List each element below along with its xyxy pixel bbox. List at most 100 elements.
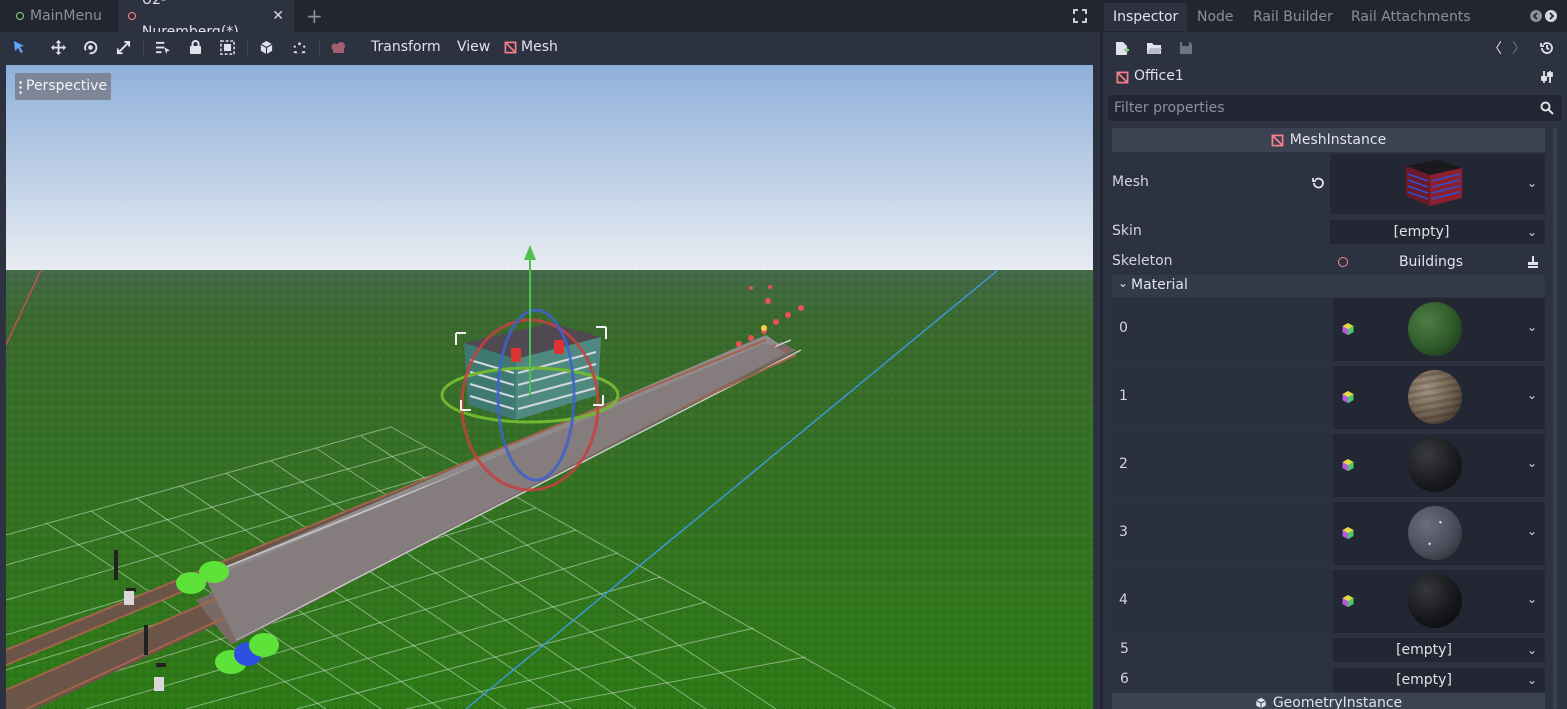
chevron-down-icon: ⌄ [1526, 320, 1537, 334]
object-name: Office1 [1134, 68, 1184, 84]
skin-value: [empty] [1393, 224, 1450, 240]
history-forward-icon[interactable]: 〉 [1512, 40, 1526, 57]
chevron-down-icon: ⌄ [1526, 673, 1537, 687]
material-5-picker[interactable]: [empty] ⌄ [1333, 638, 1545, 662]
material-sphere-preview [1408, 438, 1462, 492]
preview-camera-icon[interactable] [328, 32, 348, 62]
skin-property-label: Skin [1112, 223, 1142, 239]
chevron-down-icon: ⌄ [1526, 176, 1537, 190]
distraction-free-icon[interactable] [1072, 8, 1090, 26]
open-folder-icon[interactable] [1146, 40, 1162, 56]
material-cube-icon [1341, 322, 1355, 340]
revert-icon[interactable] [1310, 175, 1326, 191]
material-0-picker[interactable]: ⌄ [1333, 298, 1545, 361]
material-6-picker[interactable]: [empty] ⌄ [1333, 668, 1545, 692]
inspector-scrollbar[interactable] [1553, 128, 1557, 709]
section-geometryinstance[interactable]: GeometryInstance [1112, 693, 1545, 709]
scene-tab-bar: MainMenu U2-Nuremberg(*) ✕ + [0, 0, 1100, 40]
material-3-picker[interactable]: ⌄ [1333, 502, 1545, 565]
material-category[interactable]: ⌄ Material [1112, 275, 1545, 297]
chevron-down-icon: ⌄ [1526, 592, 1537, 606]
node-ring-icon [16, 12, 24, 20]
material-label: Material [1131, 277, 1188, 293]
rotate-tool-icon[interactable] [80, 32, 100, 62]
mesh-instance-icon [504, 41, 517, 53]
chevron-down-icon: ⌄ [1118, 276, 1129, 290]
new-resource-icon[interactable] [1114, 40, 1130, 56]
material-value: [empty] [1396, 642, 1452, 658]
material-2-picker[interactable]: ⌄ [1333, 434, 1545, 497]
add-scene-button[interactable]: + [296, 0, 326, 32]
group-icon[interactable] [217, 32, 237, 62]
geometry-cube-icon [1255, 697, 1266, 709]
material-index: 2 [1119, 456, 1128, 472]
close-tab-icon[interactable]: ✕ [272, 0, 284, 32]
move-tool-icon[interactable] [48, 32, 68, 62]
perspective-menu[interactable]: Perspective [15, 73, 112, 100]
tab-rail-attachments[interactable]: Rail Attachments [1342, 3, 1480, 31]
tab-inspector[interactable]: Inspector [1104, 3, 1188, 31]
snap-icon[interactable] [289, 32, 309, 62]
search-icon [1539, 100, 1555, 116]
material-cube-icon [1341, 594, 1355, 612]
chevron-down-icon: ⌄ [1526, 456, 1537, 470]
view-menu[interactable]: View [457, 32, 490, 62]
3d-viewport[interactable] [6, 65, 1093, 709]
dock-left-icon[interactable] [1530, 9, 1542, 23]
tab-node[interactable]: Node [1188, 3, 1243, 31]
material-cube-icon [1341, 390, 1355, 408]
section-meshinstance[interactable]: MeshInstance [1112, 128, 1545, 152]
toolbar-divider [143, 39, 144, 56]
material-index: 4 [1119, 592, 1128, 608]
chevron-down-icon: ⌄ [1526, 643, 1537, 657]
material-index: 3 [1119, 524, 1128, 540]
lock-icon[interactable] [185, 32, 205, 62]
material-4-picker[interactable]: ⌄ [1333, 570, 1545, 633]
spatial-ring-icon [128, 12, 136, 20]
list-select-icon[interactable] [152, 32, 172, 62]
material-index: 1 [1119, 388, 1128, 404]
assign-node-icon[interactable] [1527, 250, 1539, 277]
material-value: [empty] [1396, 672, 1452, 688]
perspective-label: Perspective [26, 78, 108, 94]
scale-tool-icon[interactable] [113, 32, 133, 62]
mesh-instance-icon [1115, 70, 1129, 84]
chevron-down-icon: ⌄ [1526, 524, 1537, 538]
spatial-ring-icon [1338, 257, 1348, 267]
mesh-menu[interactable]: Mesh [504, 32, 558, 62]
object-properties-icon[interactable] [1539, 69, 1555, 85]
material-1-picker[interactable]: ⌄ [1333, 366, 1545, 429]
history-back-icon[interactable]: 〈 [1488, 40, 1502, 57]
history-icon[interactable] [1539, 40, 1555, 56]
scene-tab-nuremberg[interactable]: U2-Nuremberg(*) ✕ [118, 0, 294, 40]
skin-picker[interactable]: [empty] ⌄ [1330, 220, 1545, 244]
tab-rail-builder[interactable]: Rail Builder [1244, 3, 1342, 31]
material-index: 5 [1120, 641, 1129, 657]
mesh-instance-icon [1271, 134, 1284, 146]
skeleton-value: Buildings [1398, 254, 1464, 270]
viewport-scene [6, 65, 1093, 709]
local-space-icon[interactable] [256, 32, 276, 62]
select-tool-icon[interactable] [9, 32, 29, 62]
viewport-toolbar: Transform View Mesh [0, 32, 1100, 64]
filter-placeholder: Filter properties [1114, 100, 1225, 116]
material-sphere-preview [1408, 302, 1462, 356]
drag-handle-icon [19, 79, 22, 94]
chevron-down-icon: ⌄ [1526, 225, 1537, 239]
mesh-resource-picker[interactable]: ⌄ [1330, 154, 1545, 214]
toolbar-divider [319, 39, 320, 56]
transform-menu[interactable]: Transform [371, 32, 441, 62]
material-cube-icon [1341, 458, 1355, 476]
dock-right-icon[interactable] [1545, 9, 1557, 23]
skeleton-property-label: Skeleton [1112, 253, 1173, 269]
material-cube-icon [1341, 526, 1355, 544]
material-index: 6 [1120, 671, 1129, 687]
material-sphere-preview [1408, 574, 1462, 628]
skeleton-path-picker[interactable]: Buildings [1330, 250, 1545, 274]
section-label: MeshInstance [1289, 132, 1387, 148]
material-sphere-preview [1408, 506, 1462, 560]
material-sphere-preview [1408, 370, 1462, 424]
scene-tab-mainmenu[interactable]: MainMenu [6, 0, 118, 32]
scene-tab-label: MainMenu [30, 8, 102, 24]
save-icon[interactable] [1178, 40, 1194, 56]
